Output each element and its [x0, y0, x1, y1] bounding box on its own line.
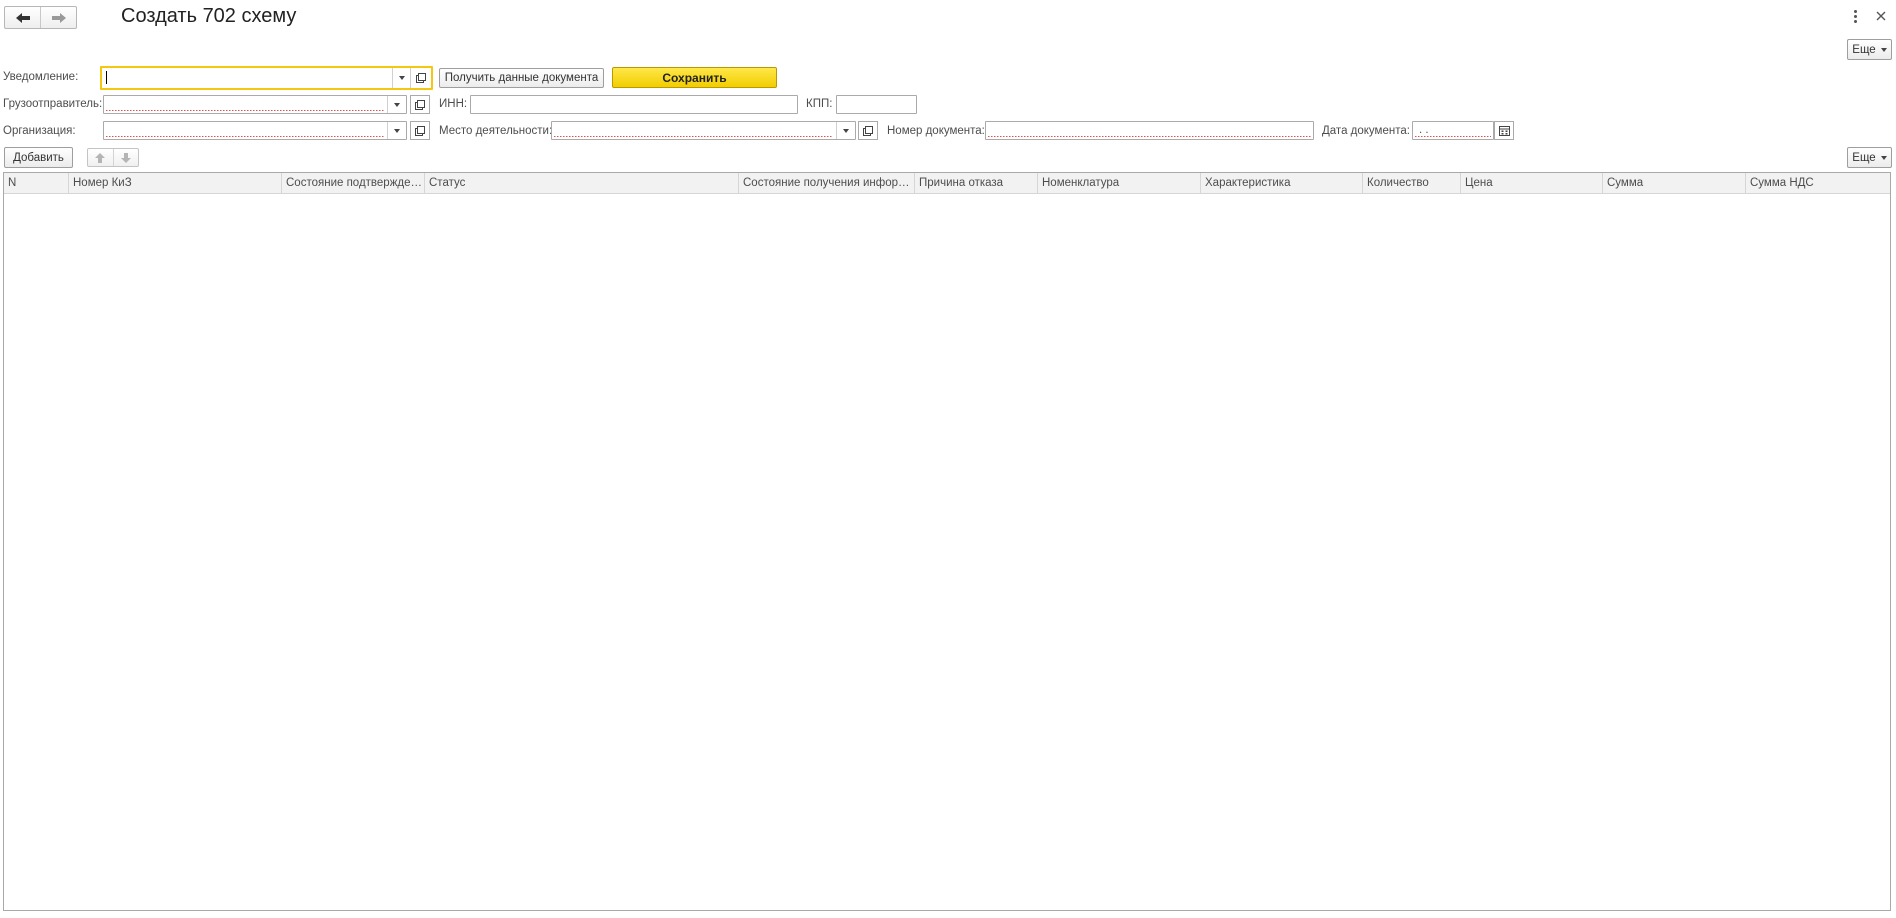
column-header-status[interactable]: Статус: [425, 173, 739, 193]
place-open-button[interactable]: [858, 121, 878, 140]
chevron-down-icon: [843, 128, 849, 133]
add-button[interactable]: Добавить: [4, 147, 73, 168]
shipper-label: Грузоотправитель:: [3, 98, 103, 110]
chevron-down-icon: [1880, 155, 1887, 160]
organization-open-button[interactable]: [410, 121, 430, 140]
calendar-button[interactable]: [1494, 121, 1514, 140]
place-label: Место деятельности:: [439, 125, 553, 137]
doc-number-field[interactable]: [985, 121, 1314, 140]
move-up-button[interactable]: [88, 149, 113, 166]
arrow-down-icon: [120, 152, 131, 163]
column-header-nomenclature[interactable]: Номенклатура: [1038, 173, 1201, 193]
notification-label: Уведомление:: [3, 71, 79, 83]
organization-label: Организация:: [3, 125, 76, 137]
chevron-down-icon: [1880, 47, 1887, 52]
chevron-down-icon: [399, 76, 405, 80]
column-header-quantity[interactable]: Количество: [1363, 173, 1461, 193]
organization-field[interactable]: [103, 121, 407, 140]
table-more-button[interactable]: Еще: [1847, 147, 1892, 168]
doc-date-label: Дата документа:: [1322, 125, 1410, 137]
arrow-right-icon: [51, 12, 66, 23]
shipper-dropdown-button[interactable]: [387, 96, 406, 113]
place-field[interactable]: [551, 121, 856, 140]
notification-dropdown-button[interactable]: [392, 68, 411, 88]
column-header-confirmation-state[interactable]: Состояние подтвержден...: [282, 173, 425, 193]
inn-label: ИНН:: [439, 98, 468, 110]
text-cursor: [106, 71, 107, 84]
more-button[interactable]: Еще: [1847, 39, 1892, 60]
doc-date-value: . .: [1419, 124, 1429, 136]
save-button[interactable]: Сохранить: [612, 67, 777, 88]
calendar-icon: [1498, 126, 1510, 136]
column-header-rejection-reason[interactable]: Причина отказа: [915, 173, 1038, 193]
chevron-down-icon: [394, 102, 400, 107]
items-table[interactable]: N Номер КиЗ Состояние подтвержден... Ста…: [3, 172, 1891, 911]
column-header-characteristic[interactable]: Характеристика: [1201, 173, 1363, 193]
kpp-label: КПП:: [806, 98, 833, 110]
table-more-label: Еще: [1852, 151, 1876, 164]
page-title: Создать 702 схему: [121, 5, 297, 27]
kpp-field[interactable]: [836, 95, 917, 114]
doc-number-label: Номер документа:: [887, 125, 985, 137]
nav-buttons: [4, 6, 77, 29]
column-header-sum[interactable]: Сумма: [1603, 173, 1746, 193]
table-body[interactable]: [4, 194, 1890, 910]
open-link-icon: [415, 99, 425, 110]
close-icon[interactable]: [1874, 8, 1888, 24]
move-buttons: [87, 148, 139, 167]
shipper-field[interactable]: [103, 95, 407, 114]
back-button[interactable]: [5, 7, 40, 28]
get-document-data-button[interactable]: Получить данные документа: [439, 68, 604, 88]
open-link-icon: [416, 73, 426, 83]
more-label: Еще: [1852, 43, 1876, 56]
kebab-menu-icon[interactable]: [1849, 8, 1861, 24]
notification-field[interactable]: [100, 66, 433, 90]
arrow-left-icon: [15, 12, 30, 23]
table-header: N Номер КиЗ Состояние подтвержден... Ста…: [4, 173, 1890, 194]
column-header-vat-sum[interactable]: Сумма НДС: [1746, 173, 1890, 193]
notification-open-button[interactable]: [410, 68, 431, 88]
open-link-icon: [863, 125, 873, 136]
doc-date-field[interactable]: . .: [1412, 121, 1494, 140]
chevron-down-icon: [394, 128, 400, 133]
move-down-button[interactable]: [112, 149, 139, 166]
column-header-kiz-number[interactable]: Номер КиЗ: [69, 173, 282, 193]
place-dropdown-button[interactable]: [836, 122, 855, 139]
forward-button[interactable]: [40, 7, 76, 28]
open-link-icon: [415, 125, 425, 136]
inn-field[interactable]: [470, 95, 798, 114]
organization-dropdown-button[interactable]: [387, 122, 406, 139]
shipper-open-button[interactable]: [410, 95, 430, 114]
column-header-price[interactable]: Цена: [1461, 173, 1603, 193]
column-header-info-state[interactable]: Состояние получения информа...: [739, 173, 915, 193]
column-header-n[interactable]: N: [4, 173, 69, 193]
arrow-up-icon: [95, 152, 106, 163]
